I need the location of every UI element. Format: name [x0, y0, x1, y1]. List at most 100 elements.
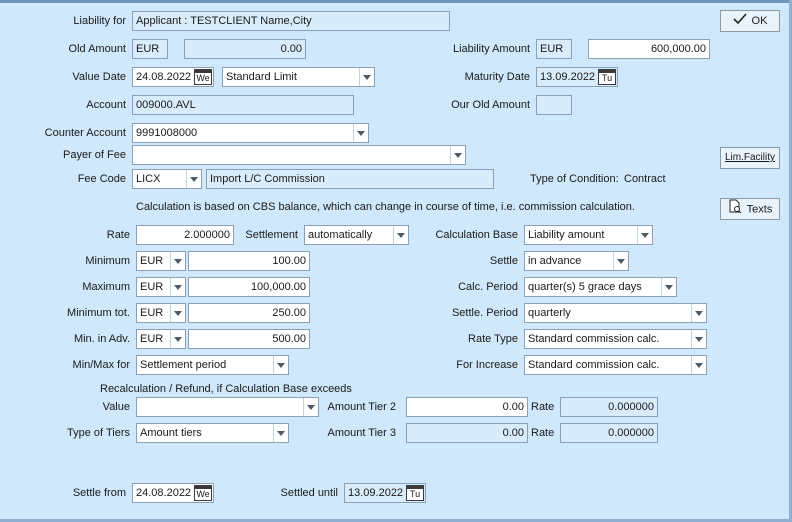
- lim-facility-button[interactable]: Lim.Facility: [720, 147, 780, 169]
- fee-code-description-field[interactable]: Import L/C Commission: [206, 169, 494, 189]
- minimum-tot-label: Minimum tot.: [67, 307, 130, 319]
- chevron-down-icon[interactable]: [170, 330, 185, 348]
- value-dropdown[interactable]: [136, 397, 319, 417]
- calc-period-label: Calc. Period: [458, 281, 518, 293]
- amount-tier-2-rate-label: Rate: [531, 401, 555, 413]
- rate-type-dropdown[interactable]: Standard commission calc.: [524, 329, 707, 349]
- type-of-tiers-value: Amount tiers: [140, 427, 202, 439]
- minimum-tot-field[interactable]: 250.00: [188, 303, 310, 323]
- counter-account-dropdown[interactable]: 9991008000: [132, 123, 369, 143]
- amount-tier-2-field[interactable]: 0.00: [406, 397, 528, 417]
- maturity-date-text: 13.09.2022: [540, 71, 596, 83]
- chevron-down-icon[interactable]: [186, 170, 201, 188]
- fee-code-label: Fee Code: [77, 173, 126, 185]
- chevron-down-icon[interactable]: [613, 252, 628, 270]
- chevron-down-icon[interactable]: [273, 424, 288, 442]
- ok-button[interactable]: OK: [720, 10, 780, 32]
- amount-tier-3-rate-label: Rate: [531, 427, 555, 439]
- liability-amount-field[interactable]: 600,000.00: [588, 39, 710, 59]
- chevron-down-icon[interactable]: [691, 356, 706, 374]
- calc-period-value: quarter(s) 5 grace days: [528, 281, 642, 293]
- settle-dropdown[interactable]: in advance: [524, 251, 629, 271]
- chevron-down-icon[interactable]: [661, 278, 676, 296]
- settled-until-calendar-icon[interactable]: Tu: [406, 485, 424, 501]
- type-of-tiers-dropdown[interactable]: Amount tiers: [136, 423, 289, 443]
- chevron-down-icon[interactable]: [450, 146, 465, 164]
- our-old-amount-field[interactable]: [536, 95, 572, 115]
- chevron-down-icon[interactable]: [303, 398, 318, 416]
- minimum-label: Minimum: [85, 255, 130, 267]
- for-increase-value: Standard commission calc.: [528, 359, 660, 371]
- type-of-condition-value: Contract: [624, 173, 666, 185]
- fee-code-dropdown[interactable]: LICX: [132, 169, 202, 189]
- settlement-dropdown[interactable]: automatically: [304, 225, 409, 245]
- value-date-calendar-icon[interactable]: We: [194, 69, 212, 85]
- liability-amount-label: Liability Amount: [452, 43, 530, 55]
- fee-code-value: LICX: [136, 173, 161, 185]
- limit-type-value: Standard Limit: [226, 71, 297, 83]
- amount-tier-3-field[interactable]: 0.00: [406, 423, 528, 443]
- minimum-tot-currency-dropdown[interactable]: EUR: [136, 303, 186, 323]
- min-in-adv-label: Min. in Adv.: [73, 333, 130, 345]
- settle-label: Settle: [489, 255, 518, 267]
- liability-for-label: Liability for: [73, 15, 126, 27]
- lim-facility-label: Lim.Facility: [724, 152, 775, 164]
- maturity-date-calendar-icon[interactable]: Tu: [598, 69, 616, 85]
- liability-amount-currency-field[interactable]: EUR: [536, 39, 572, 59]
- payer-of-fee-dropdown[interactable]: [132, 145, 466, 165]
- minimum-currency-dropdown[interactable]: EUR: [136, 251, 186, 271]
- calculation-base-label: Calculation Base: [435, 229, 518, 241]
- min-max-for-value: Settlement period: [140, 359, 227, 371]
- settle-period-label: Settle. Period: [451, 307, 518, 319]
- value-label: Value: [102, 401, 130, 413]
- min-in-adv-field[interactable]: 500.00: [188, 329, 310, 349]
- calculation-base-dropdown[interactable]: Liability amount: [524, 225, 653, 245]
- account-field[interactable]: 009000.AVL: [132, 95, 354, 115]
- min-in-adv-currency-dropdown[interactable]: EUR: [136, 329, 186, 349]
- chevron-down-icon[interactable]: [170, 304, 185, 322]
- settle-value: in advance: [528, 255, 582, 267]
- document-search-icon: [728, 199, 742, 220]
- minimum-field[interactable]: 100.00: [188, 251, 310, 271]
- min-max-for-dropdown[interactable]: Settlement period: [136, 355, 289, 375]
- chevron-down-icon[interactable]: [691, 304, 706, 322]
- maximum-label: Maximum: [82, 281, 130, 293]
- minimum-tot-currency-value: EUR: [140, 307, 164, 319]
- rate-field[interactable]: 2.000000: [136, 225, 234, 245]
- for-increase-dropdown[interactable]: Standard commission calc.: [524, 355, 707, 375]
- chevron-down-icon[interactable]: [273, 356, 288, 374]
- old-amount-currency-field[interactable]: EUR: [132, 39, 168, 59]
- value-date-label: Value Date: [72, 71, 126, 83]
- maturity-date-label: Maturity Date: [464, 71, 530, 83]
- old-amount-field[interactable]: 0.00: [184, 39, 306, 59]
- chevron-down-icon[interactable]: [691, 330, 706, 348]
- settle-from-text: 24.08.2022: [136, 487, 192, 499]
- payer-of-fee-label: Payer of Fee: [63, 149, 126, 161]
- texts-button-label: Texts: [746, 203, 773, 216]
- rate-type-label: Rate Type: [468, 333, 518, 345]
- liability-for-field[interactable]: Applicant : TESTCLIENT Name,City: [132, 11, 450, 31]
- checkmark-icon: [732, 11, 747, 31]
- chevron-down-icon[interactable]: [170, 252, 185, 270]
- maximum-field[interactable]: 100,000.00: [188, 277, 310, 297]
- ok-button-label: OK: [751, 15, 768, 28]
- settled-until-text: 13.09.2022: [348, 487, 404, 499]
- chevron-down-icon[interactable]: [637, 226, 652, 244]
- settled-until-label: Settled until: [280, 487, 338, 499]
- chevron-down-icon[interactable]: [170, 278, 185, 296]
- calc-period-dropdown[interactable]: quarter(s) 5 grace days: [524, 277, 677, 297]
- settle-period-dropdown[interactable]: quarterly: [524, 303, 707, 323]
- chevron-down-icon[interactable]: [359, 68, 374, 86]
- amount-tier-3-rate-field[interactable]: 0.000000: [560, 423, 658, 443]
- settlement-value: automatically: [308, 229, 373, 241]
- min-in-adv-currency-value: EUR: [140, 333, 164, 345]
- maximum-currency-dropdown[interactable]: EUR: [136, 277, 186, 297]
- amount-tier-2-rate-field[interactable]: 0.000000: [560, 397, 658, 417]
- texts-button[interactable]: Texts: [720, 198, 780, 220]
- chevron-down-icon[interactable]: [353, 124, 368, 142]
- minimum-currency-value: EUR: [140, 255, 164, 267]
- rate-label: Rate: [106, 229, 130, 241]
- limit-type-dropdown[interactable]: Standard Limit: [222, 67, 375, 87]
- settle-from-calendar-icon[interactable]: We: [194, 485, 212, 501]
- our-old-amount-label: Our Old Amount: [451, 99, 530, 111]
